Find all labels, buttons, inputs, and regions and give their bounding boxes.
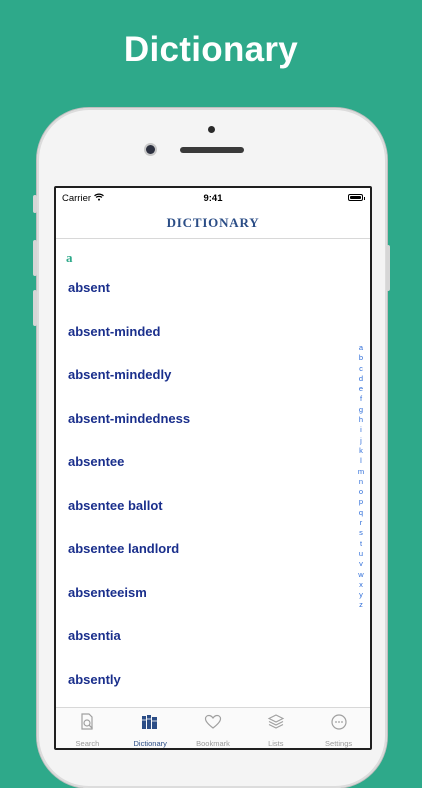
index-letter-j[interactable]: j bbox=[360, 436, 362, 446]
index-letter-r[interactable]: r bbox=[360, 518, 363, 528]
phone-screen: Carrier 9:41 DICTIONARY a absent absent-… bbox=[54, 186, 372, 750]
index-letter-l[interactable]: l bbox=[360, 456, 362, 466]
search-icon bbox=[77, 712, 97, 737]
index-letter-d[interactable]: d bbox=[359, 374, 363, 384]
section-header: a bbox=[66, 250, 73, 265]
tab-settings-label: Settings bbox=[325, 739, 353, 748]
tab-search[interactable]: Search bbox=[56, 708, 119, 748]
phone-side-button bbox=[33, 195, 37, 213]
tab-dictionary[interactable]: Dictionary bbox=[119, 708, 182, 748]
index-letter-e[interactable]: e bbox=[359, 384, 363, 394]
tab-lists-label: Lists bbox=[268, 739, 284, 748]
index-letter-i[interactable]: i bbox=[360, 425, 362, 435]
tab-bookmark[interactable]: Bookmark bbox=[182, 708, 245, 748]
books-icon bbox=[140, 712, 160, 737]
index-letter-n[interactable]: n bbox=[359, 477, 363, 487]
index-letter-b[interactable]: b bbox=[359, 353, 363, 363]
tab-settings[interactable]: Settings bbox=[307, 708, 370, 748]
more-icon bbox=[329, 712, 349, 737]
word-row-absentee-ballot[interactable]: absentee ballot bbox=[56, 484, 346, 528]
index-letter-k[interactable]: k bbox=[359, 446, 363, 456]
battery-icon bbox=[348, 194, 365, 201]
status-time: 9:41 bbox=[203, 193, 223, 204]
alphabet-index[interactable]: abcdefghijklmnopqrstuvwxyz bbox=[356, 343, 366, 611]
index-letter-p[interactable]: p bbox=[359, 497, 363, 507]
index-letter-a[interactable]: a bbox=[359, 343, 363, 353]
earpiece-speaker bbox=[180, 147, 244, 153]
word-row-absent[interactable]: absent bbox=[56, 266, 346, 310]
phone-volume-up-button bbox=[33, 240, 37, 276]
index-letter-t[interactable]: t bbox=[360, 539, 362, 549]
index-letter-y[interactable]: y bbox=[359, 590, 363, 600]
tab-search-label: Search bbox=[75, 739, 100, 748]
tab-lists[interactable]: Lists bbox=[244, 708, 307, 748]
word-row-absent-minded[interactable]: absent-minded bbox=[56, 310, 346, 354]
index-letter-x[interactable]: x bbox=[359, 580, 363, 590]
heart-icon bbox=[203, 712, 223, 737]
index-letter-s[interactable]: s bbox=[359, 528, 363, 538]
word-row-absentee-landlord[interactable]: absentee landlord bbox=[56, 527, 346, 571]
tab-bookmark-label: Bookmark bbox=[196, 739, 230, 748]
index-letter-o[interactable]: o bbox=[359, 487, 363, 497]
word-row-absenteeism[interactable]: absenteeism bbox=[56, 571, 346, 615]
word-row-absent-mindedly[interactable]: absent-mindedly bbox=[56, 353, 346, 397]
index-letter-w[interactable]: w bbox=[358, 570, 363, 580]
index-letter-z[interactable]: z bbox=[359, 600, 363, 610]
word-row-absentia[interactable]: absentia bbox=[56, 614, 346, 658]
index-letter-f[interactable]: f bbox=[360, 394, 362, 404]
word-row-absentee[interactable]: absentee bbox=[56, 440, 346, 484]
phone-volume-down-button bbox=[33, 290, 37, 326]
index-letter-h[interactable]: h bbox=[359, 415, 363, 425]
tab-bar: Search Dictionary Bookmark Lists Setting… bbox=[56, 707, 370, 748]
word-list: absent absent-minded absent-mindedly abs… bbox=[56, 266, 346, 701]
page-title: DICTIONARY bbox=[166, 215, 260, 230]
tab-dictionary-label: Dictionary bbox=[133, 739, 167, 748]
index-letter-m[interactable]: m bbox=[358, 467, 364, 477]
index-letter-q[interactable]: q bbox=[359, 508, 363, 518]
phone-power-button bbox=[386, 245, 390, 291]
status-bar: Carrier 9:41 bbox=[56, 188, 370, 208]
index-letter-u[interactable]: u bbox=[359, 549, 363, 559]
layers-icon bbox=[266, 712, 286, 737]
index-letter-v[interactable]: v bbox=[359, 559, 363, 569]
proximity-sensor bbox=[208, 126, 215, 133]
navigation-bar: DICTIONARY bbox=[56, 208, 370, 239]
index-letter-c[interactable]: c bbox=[359, 364, 363, 374]
word-row-absently[interactable]: absently bbox=[56, 658, 346, 702]
camera-lens bbox=[146, 145, 155, 154]
index-letter-g[interactable]: g bbox=[359, 405, 363, 415]
banner-title: Dictionary bbox=[123, 30, 299, 69]
word-row-absent-mindedness[interactable]: absent-mindedness bbox=[56, 397, 346, 441]
